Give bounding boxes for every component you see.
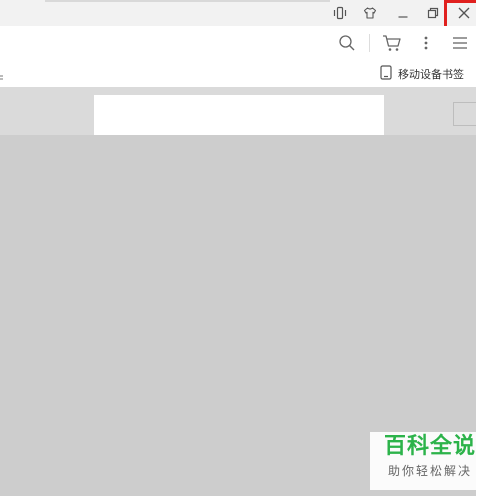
mobile-bookmarks-button[interactable]: 移动设备书签 — [380, 64, 464, 84]
more-vertical-icon[interactable] — [415, 32, 437, 54]
close-button-highlight — [444, 0, 480, 29]
browser-toolbar — [0, 26, 476, 61]
restore-icon[interactable] — [423, 3, 443, 23]
watermark-subtitle: 助你轻松解决 — [387, 464, 472, 478]
toolbar-separator — [369, 34, 370, 52]
phone-sync-icon[interactable] — [330, 3, 350, 23]
bookmarks-bar: 移动设备书签 — [0, 60, 476, 87]
menu-icon[interactable] — [449, 32, 471, 54]
minimize-icon[interactable] — [393, 3, 413, 23]
window-right-edge — [476, 0, 500, 496]
tab-strip-edge — [45, 0, 330, 2]
watermark-title: 百科全说 — [383, 434, 476, 459]
mobile-bookmarks-label: 移动设备书签 — [398, 68, 464, 81]
tablet-icon — [380, 65, 392, 83]
watermark: 百科全说 助你轻松解决 — [370, 432, 490, 490]
page-search-area[interactable] — [94, 95, 384, 135]
page-header — [0, 87, 476, 135]
bookmark-overflow-mark — [0, 66, 3, 80]
title-bar — [0, 0, 476, 26]
page-right-button[interactable] — [453, 102, 476, 126]
skin-icon[interactable] — [360, 3, 380, 23]
cart-icon[interactable] — [381, 32, 403, 54]
search-icon[interactable] — [336, 32, 358, 54]
